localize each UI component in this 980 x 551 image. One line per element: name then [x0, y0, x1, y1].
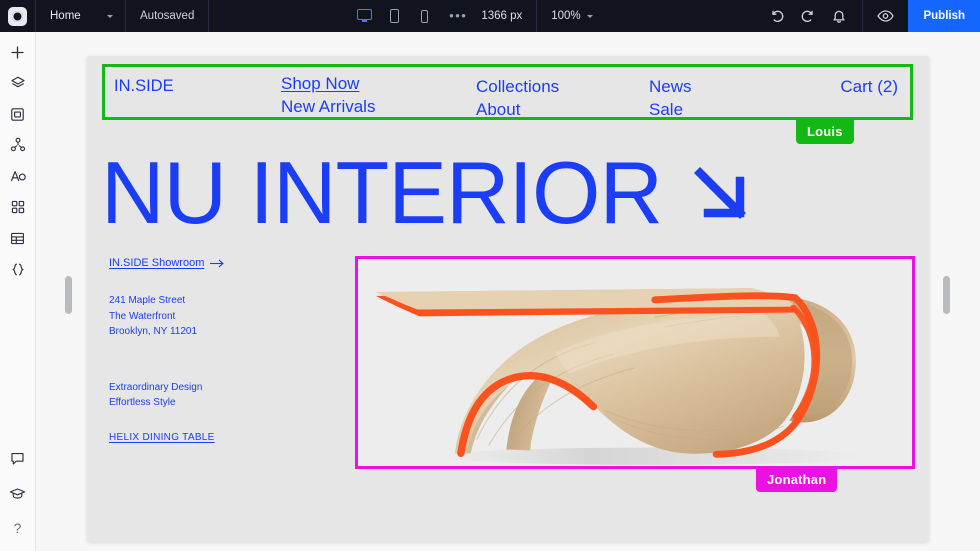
ellipsis-icon[interactable]: ••• — [447, 9, 469, 22]
left-rail-top-group — [9, 32, 27, 278]
nav-link-shop-now[interactable]: Shop Now — [281, 73, 359, 95]
bentwood-table-illustration — [358, 259, 912, 466]
left-rail-bottom-group: ? — [9, 449, 27, 551]
arrow-right-icon — [210, 259, 225, 268]
monitor-icon[interactable] — [357, 8, 373, 24]
tagline-line-2: Effortless Style — [109, 397, 176, 408]
plus-icon[interactable] — [9, 43, 27, 61]
preview-button[interactable] — [862, 0, 908, 32]
address-line-3: Brooklyn, NY 11201 — [109, 326, 198, 337]
canvas-viewport: IN.SIDE Shop Now New Arrivals Collection… — [36, 32, 980, 551]
website-content: IN.SIDE Shop Now New Arrivals Collection… — [87, 56, 929, 542]
product-link-helix-dining-table[interactable]: HELIX DINING TABLE — [109, 432, 215, 443]
nav-link-cart[interactable]: Cart (2) — [840, 76, 898, 98]
phone-icon[interactable] — [417, 9, 432, 24]
history-group — [754, 0, 862, 32]
nav-link-sale[interactable]: Sale — [649, 99, 683, 121]
layers-icon[interactable] — [9, 74, 27, 92]
arrow-down-right-icon — [678, 151, 762, 235]
site-navbar: IN.SIDE Shop Now New Arrivals Collection… — [105, 67, 910, 119]
text-style-icon[interactable] — [9, 167, 27, 185]
question-mark-icon[interactable]: ? — [9, 519, 27, 537]
toolbar-spacer-right — [607, 0, 755, 32]
showroom-link-label: IN.SIDE Showroom — [109, 257, 205, 269]
left-tool-rail: ? — [0, 32, 36, 551]
redo-arrow-icon[interactable] — [801, 9, 815, 23]
page-selector[interactable]: Home — [36, 0, 126, 32]
grid-apps-icon[interactable] — [9, 198, 27, 216]
nav-link-new-arrivals[interactable]: New Arrivals — [281, 96, 375, 118]
nav-selection-outline[interactable]: IN.SIDE Shop Now New Arrivals Collection… — [102, 64, 913, 120]
publish-button[interactable]: Publish — [908, 0, 980, 32]
tagline-line-1: Extraordinary Design — [109, 381, 203, 393]
autosave-status: Autosaved — [126, 0, 210, 32]
table-icon[interactable] — [9, 229, 27, 247]
bell-icon[interactable] — [832, 9, 846, 24]
breakpoint-width-label: 1366 px — [481, 10, 523, 22]
graduation-cap-icon[interactable] — [9, 484, 27, 502]
collaborator-badge-louis: Louis — [796, 120, 854, 144]
page-selector-label: Home — [50, 10, 81, 22]
canvas-resize-handle-right[interactable] — [943, 276, 950, 314]
collaborator-badge-jonathan: Jonathan — [756, 468, 838, 492]
brand-tagline: Extraordinary Design Effortless Style — [109, 380, 339, 411]
hero-heading-text: NU INTERIOR — [101, 143, 663, 242]
canvas-resize-handle-left[interactable] — [65, 276, 72, 314]
tablet-icon[interactable] — [387, 8, 402, 24]
nav-link-about[interactable]: About — [476, 99, 520, 121]
showroom-address: 241 Maple Street The Waterfront Brooklyn… — [109, 293, 339, 340]
undo-arrow-icon[interactable] — [770, 9, 784, 23]
curly-braces-icon[interactable] — [9, 260, 27, 278]
comment-bubble-icon[interactable] — [9, 449, 27, 467]
node-tree-icon[interactable] — [9, 136, 27, 154]
hero-heading[interactable]: NU INTERIOR — [101, 149, 915, 237]
nav-link-collections[interactable]: Collections — [476, 76, 559, 98]
site-brand-logo[interactable]: IN.SIDE — [114, 75, 174, 97]
address-line-2: The Waterfront — [109, 310, 176, 322]
chevron-down-icon — [586, 14, 593, 18]
toolbar-spacer-left — [209, 0, 357, 32]
device-breakpoint-group: ••• — [357, 0, 469, 32]
app-logo-ring-icon — [8, 6, 27, 26]
bentwood-curved-table-photo[interactable] — [358, 259, 912, 466]
app-logo-button[interactable] — [0, 0, 36, 32]
address-line-1: 241 Maple Street — [109, 295, 186, 306]
top-toolbar: Home Autosaved ••• 1366 px 100% Publish — [0, 0, 980, 32]
toolbar-right-group: Publish — [754, 0, 980, 32]
chevron-down-icon — [106, 14, 113, 18]
design-editor-window: Home Autosaved ••• 1366 px 100% Publish … — [0, 0, 980, 551]
zoom-level-label: 100% — [551, 10, 581, 22]
eye-icon — [877, 9, 895, 23]
image-selection-outline[interactable] — [355, 256, 915, 469]
showroom-info-block: IN.SIDE Showroom 241 Maple Street The Wa… — [109, 253, 339, 411]
page-panel-icon[interactable] — [9, 105, 27, 123]
nav-link-news[interactable]: News — [649, 76, 692, 98]
autosave-status-label: Autosaved — [140, 10, 195, 22]
website-page-canvas[interactable]: IN.SIDE Shop Now New Arrivals Collection… — [87, 56, 929, 542]
showroom-link[interactable]: IN.SIDE Showroom — [109, 257, 225, 269]
zoom-control[interactable]: 100% — [536, 0, 606, 32]
